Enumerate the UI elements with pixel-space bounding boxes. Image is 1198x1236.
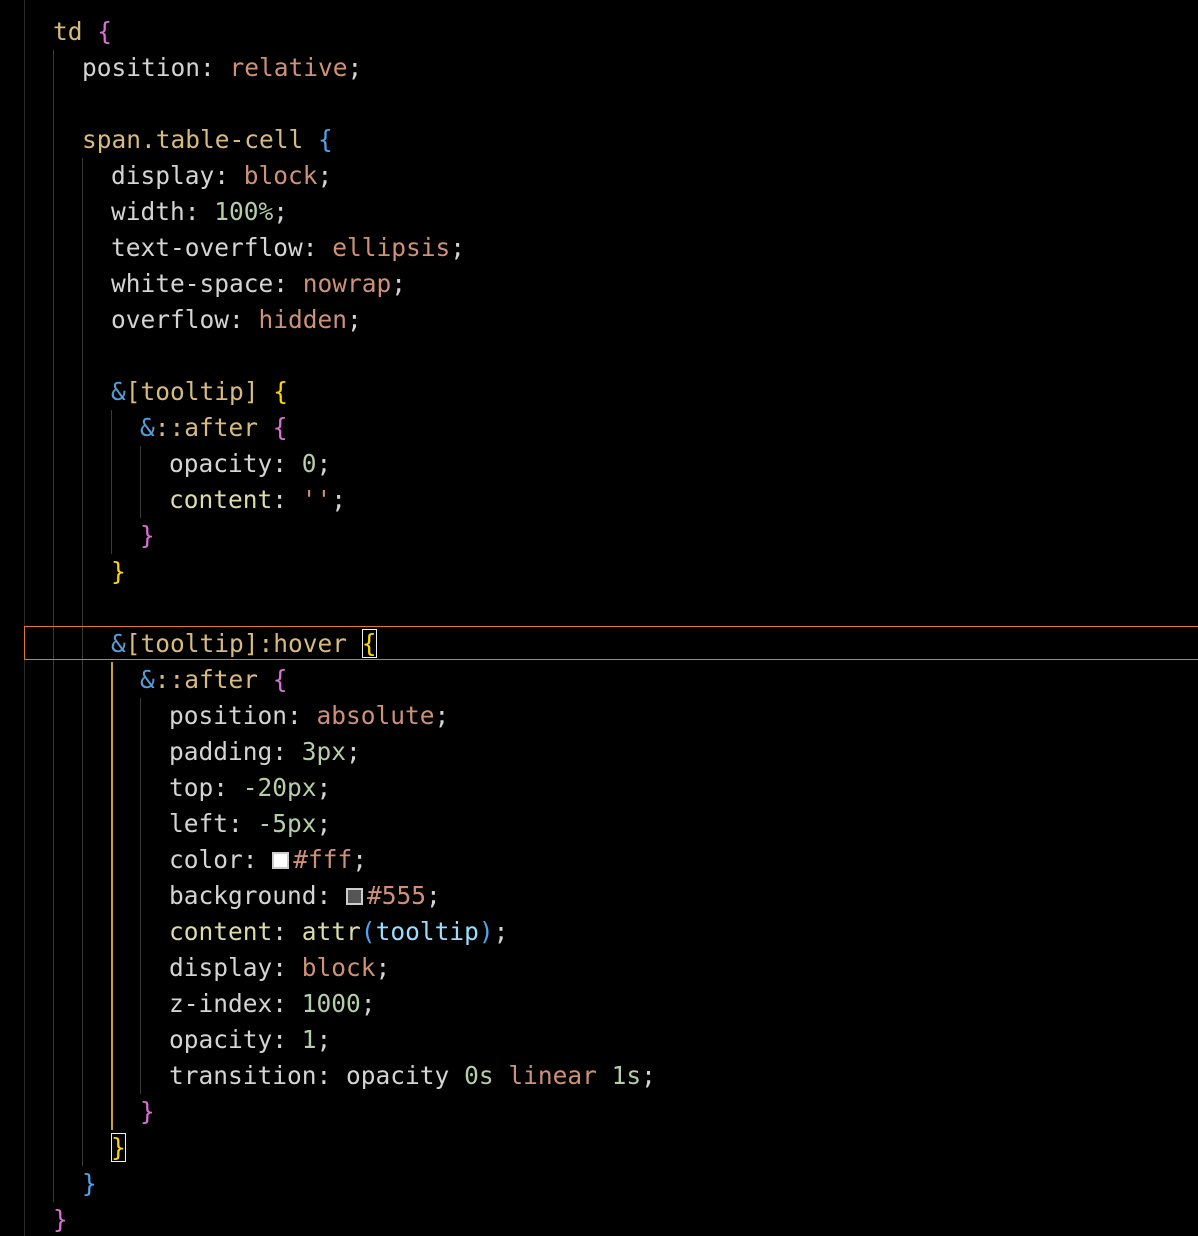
property: background xyxy=(169,881,317,910)
selector: ::after xyxy=(154,665,259,694)
color-swatch-icon[interactable] xyxy=(346,888,364,905)
open-brace: { xyxy=(97,17,113,46)
parent-selector: & xyxy=(140,665,155,694)
code-line-5[interactable]: display: block; xyxy=(0,158,1198,194)
close-brace: } xyxy=(53,1205,68,1234)
value: 1 xyxy=(301,1025,317,1054)
code-line-15[interactable]: } xyxy=(0,518,1198,554)
value: block xyxy=(243,161,318,190)
code-line-6[interactable]: width: 100%; xyxy=(0,194,1198,230)
code-line-16[interactable]: } xyxy=(0,554,1198,590)
value: ellipsis xyxy=(332,233,451,262)
value: #555 xyxy=(367,881,427,910)
code-line-34[interactable]: } xyxy=(0,1202,1198,1236)
value: '' xyxy=(301,485,332,514)
property: overflow xyxy=(111,305,230,334)
selector: [tooltip]:hover xyxy=(125,629,348,658)
value: relative xyxy=(229,53,348,82)
code-line-13[interactable]: opacity: 0; xyxy=(0,446,1198,482)
function-argument: tooltip xyxy=(375,917,479,946)
code-line-26[interactable]: content: attr(tooltip); xyxy=(0,914,1198,950)
code-line-28[interactable]: z-index: 1000; xyxy=(0,986,1198,1022)
value: hidden xyxy=(258,305,348,334)
code-line-32[interactable]: } xyxy=(0,1130,1198,1166)
code-line-24[interactable]: color: #fff; xyxy=(0,842,1198,878)
close-brace: } xyxy=(140,1097,155,1126)
code-line-31[interactable]: } xyxy=(0,1094,1198,1130)
property: color xyxy=(169,845,243,874)
property: text-overflow xyxy=(111,233,303,262)
code-line-21[interactable]: padding: 3px; xyxy=(0,734,1198,770)
code-line-25[interactable]: background: #555; xyxy=(0,878,1198,914)
property: transition xyxy=(169,1061,317,1090)
property: position xyxy=(169,701,288,730)
value: 100% xyxy=(214,197,274,226)
open-brace: { xyxy=(318,125,333,154)
code-line-11[interactable]: &[tooltip] { xyxy=(0,374,1198,410)
property: content xyxy=(169,917,273,946)
value: 1s xyxy=(611,1061,642,1090)
property: display xyxy=(111,161,215,190)
code-line-20[interactable]: position: absolute; xyxy=(0,698,1198,734)
property: z-index xyxy=(169,989,273,1018)
code-editor[interactable]: td { position: relative; span.table-cell… xyxy=(0,0,1198,1236)
selector: span.table-cell xyxy=(82,125,304,154)
code-line-19[interactable]: &::after { xyxy=(0,662,1198,698)
code-line-12[interactable]: &::after { xyxy=(0,410,1198,446)
value: 3px xyxy=(301,737,347,766)
value: linear xyxy=(508,1061,597,1090)
selector: [tooltip] xyxy=(125,377,259,406)
open-brace: { xyxy=(272,413,288,442)
property: position xyxy=(82,53,201,82)
close-brace: } xyxy=(140,521,155,550)
value: -5px xyxy=(257,809,317,838)
code-line-9[interactable]: overflow: hidden; xyxy=(0,302,1198,338)
code-line-23[interactable]: left: -5px; xyxy=(0,806,1198,842)
value: -20px xyxy=(242,773,317,802)
selector: ::after xyxy=(154,413,259,442)
property: top xyxy=(169,773,214,802)
code-line-4[interactable]: span.table-cell { xyxy=(0,122,1198,158)
color-swatch-icon[interactable] xyxy=(272,852,290,869)
value: 0s xyxy=(464,1061,494,1090)
property: content xyxy=(169,485,273,514)
parent-selector: & xyxy=(111,377,126,406)
function-name: attr xyxy=(301,917,361,946)
value: 1000 xyxy=(301,989,361,1018)
open-brace: { xyxy=(273,377,289,406)
property: opacity xyxy=(169,1025,273,1054)
value: opacity xyxy=(346,1061,450,1090)
property: white-space xyxy=(111,269,274,298)
parent-selector: & xyxy=(111,629,126,658)
value: #fff xyxy=(293,845,353,874)
selector: td xyxy=(53,17,83,46)
property: padding xyxy=(169,737,273,766)
value: 0 xyxy=(301,449,317,478)
code-line-29[interactable]: opacity: 1; xyxy=(0,1022,1198,1058)
open-brace: { xyxy=(272,665,288,694)
code-line-22[interactable]: top: -20px; xyxy=(0,770,1198,806)
parent-selector: & xyxy=(140,413,155,442)
matched-open-brace: { xyxy=(361,629,377,658)
property: opacity xyxy=(169,449,273,478)
code-line-30[interactable]: transition: opacity 0s linear 1s; xyxy=(0,1058,1198,1094)
matched-close-brace: } xyxy=(111,1133,126,1162)
code-line-1[interactable]: td { xyxy=(0,14,1198,50)
value: nowrap xyxy=(302,269,392,298)
close-brace: } xyxy=(82,1169,97,1198)
code-line-33[interactable]: } xyxy=(0,1166,1198,1202)
value: block xyxy=(301,953,376,982)
close-brace: } xyxy=(111,557,126,586)
code-line-14[interactable]: content: ''; xyxy=(0,482,1198,518)
property: width xyxy=(111,197,185,226)
code-line-2[interactable]: position: relative; xyxy=(0,50,1198,86)
code-line-7[interactable]: text-overflow: ellipsis; xyxy=(0,230,1198,266)
value: absolute xyxy=(316,701,435,730)
code-line-18[interactable]: &[tooltip]:hover { xyxy=(0,626,1198,662)
property: display xyxy=(169,953,273,982)
property: left xyxy=(169,809,229,838)
code-line-8[interactable]: white-space: nowrap; xyxy=(0,266,1198,302)
code-line-27[interactable]: display: block; xyxy=(0,950,1198,986)
